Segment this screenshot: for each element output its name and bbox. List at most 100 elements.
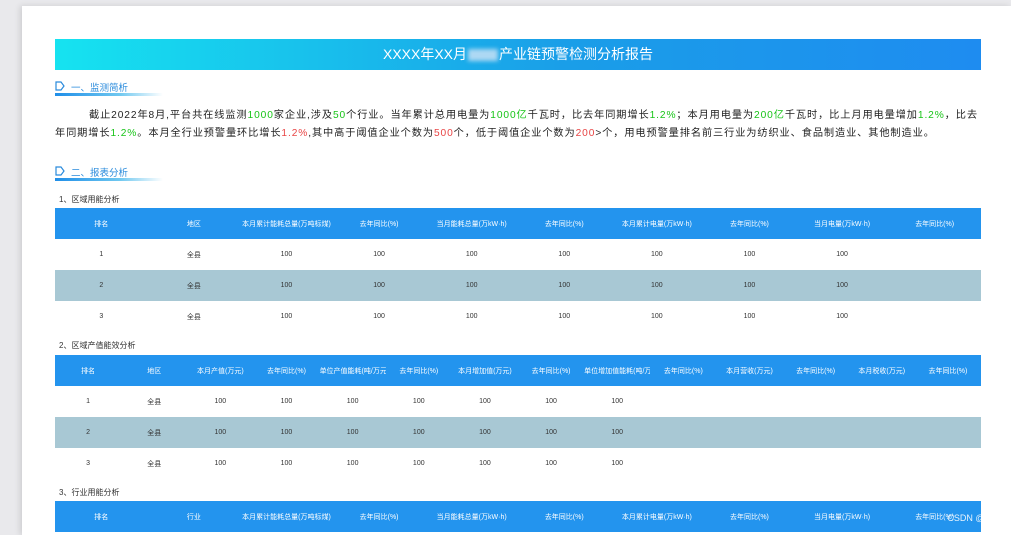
table-cell: 1 bbox=[86, 398, 91, 405]
table-cell: 100 bbox=[479, 460, 491, 467]
column-header[interactable]: 去年同比(%) bbox=[915, 366, 981, 376]
column-header[interactable]: 当月电量(万kW·h) bbox=[796, 512, 889, 522]
column-header[interactable]: 本月累计电量(万kW·h) bbox=[611, 219, 704, 229]
column-header[interactable]: 去年同比(%) bbox=[783, 366, 849, 376]
table-row[interactable]: 1 全县 100 100 100 100 100 100 100 bbox=[55, 239, 981, 270]
table-cell: 100 bbox=[558, 313, 571, 320]
table-cell: 3 bbox=[99, 313, 104, 320]
column-header[interactable]: 去年同比(%) bbox=[518, 512, 611, 522]
section-underline bbox=[55, 93, 163, 96]
column-header[interactable]: 去年同比(%) bbox=[703, 219, 796, 229]
table-cell: 100 bbox=[651, 282, 663, 289]
table-cell: 全县 bbox=[147, 429, 162, 437]
table-cell: 100 bbox=[545, 398, 557, 405]
table-cell: 100 bbox=[412, 429, 425, 436]
table-cell: 100 bbox=[743, 313, 756, 320]
report-page: XXXX年XX月 产业链预警检测分析报告 一、监测简析 截止2022年8月,平台共… bbox=[22, 6, 1011, 535]
column-header[interactable]: 本月累计能耗总量(万吨标煤) bbox=[240, 512, 333, 522]
table2-title: 2、区域产值能效分析 bbox=[59, 341, 136, 350]
column-header[interactable]: 去年同比(%) bbox=[650, 366, 716, 376]
column-header[interactable]: 排名 bbox=[55, 219, 148, 229]
table-row[interactable]: 2 全县 100 100 100 100 100 100 100 bbox=[55, 270, 981, 301]
column-header[interactable]: 当月电量(万kW·h) bbox=[796, 219, 889, 229]
table-row[interactable]: 1 全县 100 100 100 100 100 100 100 bbox=[55, 386, 981, 417]
table-cell: 100 bbox=[743, 282, 756, 289]
watermark: CSDN @jion j bbox=[947, 513, 1003, 523]
table-cell: 100 bbox=[412, 398, 425, 405]
table-cell: 100 bbox=[346, 398, 359, 405]
column-header[interactable]: 排名 bbox=[55, 366, 121, 376]
region-output-efficiency-table: 排名 地区 本月产值(万元) 去年同比(%) 单位产值能耗(吨/万元) 去年同比(%) 本月… bbox=[55, 355, 981, 479]
table-cell: 100 bbox=[651, 313, 663, 320]
table-cell: 全县 bbox=[186, 282, 201, 290]
table-cell: 100 bbox=[280, 460, 293, 467]
column-header[interactable]: 本月增加值(万元) bbox=[452, 366, 518, 376]
table-cell: 3 bbox=[86, 460, 91, 467]
table-cell: 100 bbox=[346, 429, 359, 436]
table-cell: 100 bbox=[280, 282, 293, 289]
table-cell: 100 bbox=[479, 429, 491, 436]
section-monitor-label: 一、监测简析 bbox=[71, 83, 129, 94]
column-header[interactable]: 去年同比(%) bbox=[888, 219, 981, 229]
column-header[interactable]: 单位增加值能耗(吨/万元) bbox=[584, 366, 650, 376]
column-header[interactable]: 本月累计电量(万kW·h) bbox=[611, 512, 704, 522]
table1-title: 1、区域用能分析 bbox=[59, 195, 120, 204]
table-row[interactable]: 3 全县 100 100 100 100 100 100 100 bbox=[55, 448, 981, 479]
table-cell: 100 bbox=[611, 429, 624, 436]
table-cell: 100 bbox=[214, 429, 227, 436]
table-cell: 100 bbox=[280, 429, 293, 436]
column-header[interactable]: 去年同比(%) bbox=[333, 219, 426, 229]
report-title-prefix: XXXX年XX月 bbox=[382, 46, 468, 62]
table-cell: 2 bbox=[99, 282, 104, 289]
column-header[interactable]: 本月营收(万元) bbox=[716, 366, 782, 376]
table-cell: 100 bbox=[465, 251, 478, 258]
column-header[interactable]: 本月产值(万元) bbox=[187, 366, 253, 376]
report-title-bar: XXXX年XX月 产业链预警检测分析报告 bbox=[55, 39, 981, 70]
table-cell: 100 bbox=[743, 251, 756, 258]
section-report-label: 二、报表分析 bbox=[71, 168, 129, 179]
column-header[interactable]: 去年同比(%) bbox=[386, 366, 452, 376]
table-cell: 100 bbox=[836, 313, 848, 320]
column-header[interactable]: 地区 bbox=[121, 366, 187, 376]
table-cell: 100 bbox=[545, 460, 557, 467]
monitor-summary-paragraph: 截止2022年8月,平台共在线监测1000家企业,涉及50个行业。当年累计总用电… bbox=[55, 110, 978, 139]
column-header[interactable]: 单位产值能耗(吨/万元) bbox=[320, 366, 386, 376]
column-header[interactable]: 本月税收(万元) bbox=[849, 366, 915, 376]
table-cell: 100 bbox=[836, 251, 848, 258]
section-marker-icon bbox=[55, 166, 65, 176]
column-header[interactable]: 当月能耗总量(万kW·h) bbox=[425, 219, 518, 229]
column-header[interactable]: 当月能耗总量(万kW·h) bbox=[425, 512, 518, 522]
table-cell: 100 bbox=[479, 398, 491, 405]
section-underline bbox=[55, 178, 163, 181]
table-cell: 100 bbox=[214, 460, 227, 467]
table-cell: 100 bbox=[651, 251, 663, 258]
table-header-row: 排名 行业 本月累计能耗总量(万吨标煤) 去年同比(%) 当月能耗总量(万kW·h) 去年… bbox=[55, 501, 981, 532]
table-cell: 100 bbox=[611, 398, 624, 405]
column-header[interactable]: 排名 bbox=[55, 512, 148, 522]
table-cell: 全县 bbox=[147, 398, 162, 406]
table-row[interactable]: 3 全县 100 100 100 100 100 100 100 bbox=[55, 301, 981, 332]
table-row[interactable]: 2 全县 100 100 100 100 100 100 100 bbox=[55, 417, 981, 448]
column-header[interactable]: 去年同比(%) bbox=[703, 512, 796, 522]
column-header[interactable]: 去年同比(%) bbox=[518, 219, 611, 229]
table-cell: 100 bbox=[373, 251, 385, 258]
table-cell: 100 bbox=[558, 282, 571, 289]
table-cell: 全县 bbox=[186, 251, 201, 259]
table-cell: 100 bbox=[558, 251, 571, 258]
table-cell: 100 bbox=[373, 313, 385, 320]
table3-title: 3、行业用能分析 bbox=[59, 488, 120, 497]
table-cell: 全县 bbox=[186, 313, 201, 321]
column-header[interactable]: 行业 bbox=[148, 512, 241, 522]
table-cell: 1 bbox=[99, 251, 104, 258]
column-header[interactable]: 去年同比(%) bbox=[333, 512, 426, 522]
region-energy-table: 排名 地区 本月累计能耗总量(万吨标煤) 去年同比(%) 当月能耗总量(万kW·h) 去年… bbox=[55, 208, 981, 332]
section-marker-icon bbox=[55, 81, 65, 91]
column-header[interactable]: 本月累计能耗总量(万吨标煤) bbox=[240, 219, 333, 229]
table-cell: 100 bbox=[611, 460, 624, 467]
table-cell: 100 bbox=[412, 460, 425, 467]
column-header[interactable]: 去年同比(%) bbox=[253, 366, 319, 376]
column-header[interactable]: 地区 bbox=[148, 219, 241, 229]
column-header[interactable]: 去年同比(%) bbox=[518, 366, 584, 376]
table-cell: 100 bbox=[280, 313, 293, 320]
table-cell: 2 bbox=[86, 429, 91, 436]
